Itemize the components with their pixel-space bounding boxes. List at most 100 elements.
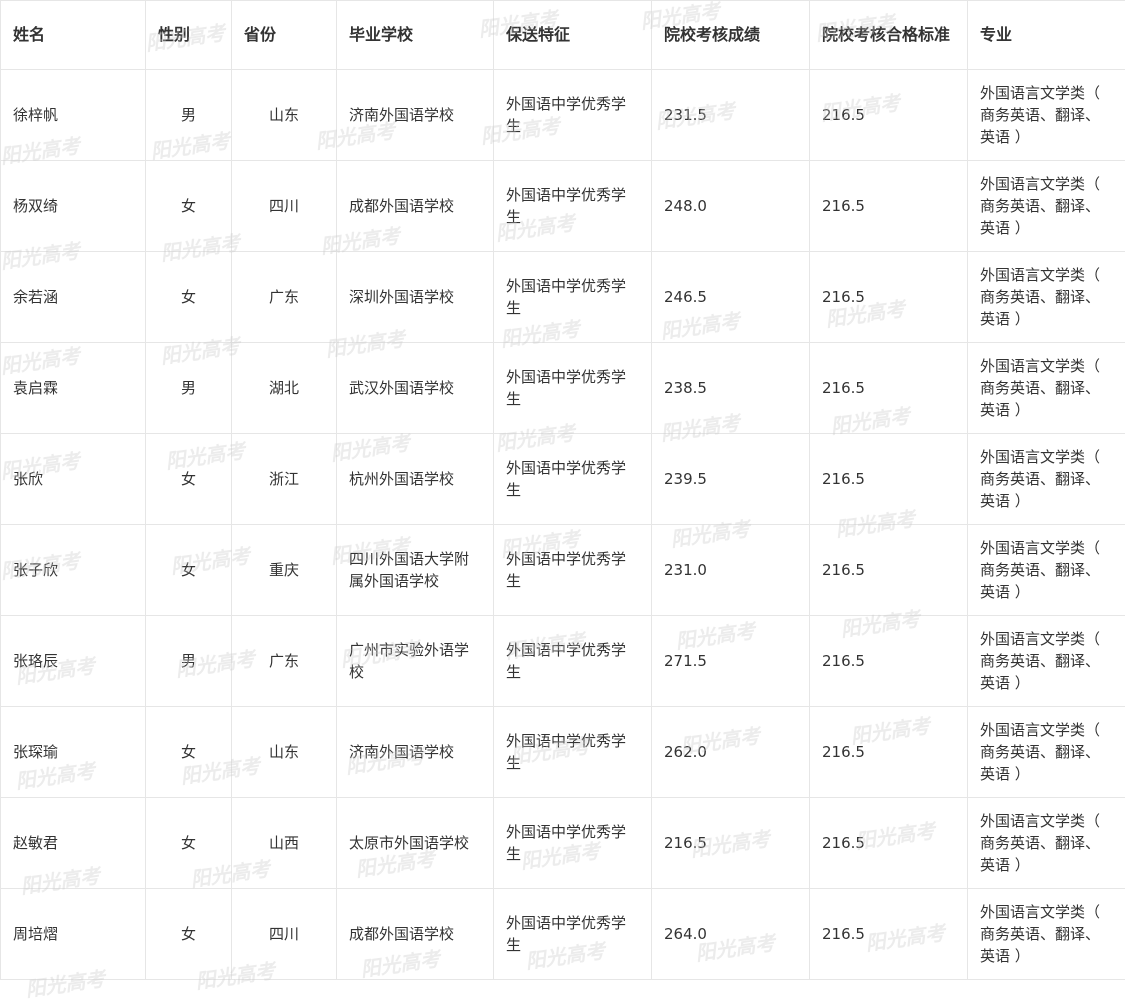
header-feature: 保送特征	[494, 1, 652, 70]
cell-major: 外国语言文学类（ 商务英语、翻译、英语 ）	[968, 70, 1125, 161]
cell-score: 231.0	[652, 525, 810, 616]
cell-school: 深圳外国语学校	[337, 252, 494, 343]
cell-name: 张子欣	[1, 525, 146, 616]
cell-score: 248.0	[652, 161, 810, 252]
cell-score: 262.0	[652, 707, 810, 798]
cell-gender: 女	[146, 252, 232, 343]
table-row: 杨双绮女四川成都外国语学校外国语中学优秀学生248.0216.5外国语言文学类（…	[1, 161, 1125, 252]
cell-name: 周培熠	[1, 889, 146, 980]
cell-school: 四川外国语大学附属外国语学校	[337, 525, 494, 616]
cell-major: 外国语言文学类（ 商务英语、翻译、英语 ）	[968, 525, 1125, 616]
cell-school: 济南外国语学校	[337, 70, 494, 161]
cell-standard: 216.5	[810, 798, 968, 889]
cell-gender: 男	[146, 70, 232, 161]
cell-major: 外国语言文学类（ 商务英语、翻译、英语 ）	[968, 798, 1125, 889]
header-major: 专业	[968, 1, 1125, 70]
cell-province: 湖北	[232, 343, 337, 434]
cell-major: 外国语言文学类（ 商务英语、翻译、英语 ）	[968, 707, 1125, 798]
cell-gender: 女	[146, 434, 232, 525]
cell-major: 外国语言文学类（ 商务英语、翻译、英语 ）	[968, 434, 1125, 525]
cell-feature: 外国语中学优秀学生	[494, 161, 652, 252]
cell-province: 广东	[232, 616, 337, 707]
cell-feature: 外国语中学优秀学生	[494, 252, 652, 343]
header-name: 姓名	[1, 1, 146, 70]
cell-province: 山东	[232, 70, 337, 161]
cell-name: 徐梓帆	[1, 70, 146, 161]
cell-gender: 男	[146, 616, 232, 707]
cell-name: 张琛瑜	[1, 707, 146, 798]
cell-major: 外国语言文学类（ 商务英语、翻译、英语 ）	[968, 161, 1125, 252]
cell-province: 四川	[232, 889, 337, 980]
cell-feature: 外国语中学优秀学生	[494, 70, 652, 161]
cell-province: 重庆	[232, 525, 337, 616]
table-row: 张欣女浙江杭州外国语学校外国语中学优秀学生239.5216.5外国语言文学类（ …	[1, 434, 1125, 525]
cell-gender: 女	[146, 161, 232, 252]
cell-major: 外国语言文学类（ 商务英语、翻译、英语 ）	[968, 252, 1125, 343]
cell-feature: 外国语中学优秀学生	[494, 525, 652, 616]
cell-score: 216.5	[652, 798, 810, 889]
cell-province: 四川	[232, 161, 337, 252]
cell-score: 264.0	[652, 889, 810, 980]
cell-province: 广东	[232, 252, 337, 343]
cell-feature: 外国语中学优秀学生	[494, 707, 652, 798]
cell-score: 239.5	[652, 434, 810, 525]
cell-score: 246.5	[652, 252, 810, 343]
cell-score: 271.5	[652, 616, 810, 707]
cell-feature: 外国语中学优秀学生	[494, 889, 652, 980]
cell-major: 外国语言文学类（ 商务英语、翻译、英语 ）	[968, 343, 1125, 434]
cell-standard: 216.5	[810, 889, 968, 980]
cell-score: 231.5	[652, 70, 810, 161]
table-row: 周培熠女四川成都外国语学校外国语中学优秀学生264.0216.5外国语言文学类（…	[1, 889, 1125, 980]
cell-standard: 216.5	[810, 525, 968, 616]
cell-gender: 女	[146, 798, 232, 889]
cell-school: 广州市实验外语学校	[337, 616, 494, 707]
cell-standard: 216.5	[810, 343, 968, 434]
cell-school: 杭州外国语学校	[337, 434, 494, 525]
cell-standard: 216.5	[810, 707, 968, 798]
header-gender: 性别	[146, 1, 232, 70]
cell-feature: 外国语中学优秀学生	[494, 434, 652, 525]
table-row: 余若涵女广东深圳外国语学校外国语中学优秀学生246.5216.5外国语言文学类（…	[1, 252, 1125, 343]
table-row: 张珞辰男广东广州市实验外语学校外国语中学优秀学生271.5216.5外国语言文学…	[1, 616, 1125, 707]
cell-score: 238.5	[652, 343, 810, 434]
header-province: 省份	[232, 1, 337, 70]
cell-major: 外国语言文学类（ 商务英语、翻译、英语 ）	[968, 616, 1125, 707]
cell-school: 成都外国语学校	[337, 161, 494, 252]
cell-province: 浙江	[232, 434, 337, 525]
cell-school: 济南外国语学校	[337, 707, 494, 798]
cell-feature: 外国语中学优秀学生	[494, 616, 652, 707]
cell-standard: 216.5	[810, 616, 968, 707]
cell-gender: 女	[146, 525, 232, 616]
cell-standard: 216.5	[810, 70, 968, 161]
cell-feature: 外国语中学优秀学生	[494, 798, 652, 889]
table-row: 袁启霖男湖北武汉外国语学校外国语中学优秀学生238.5216.5外国语言文学类（…	[1, 343, 1125, 434]
cell-standard: 216.5	[810, 161, 968, 252]
cell-standard: 216.5	[810, 252, 968, 343]
cell-school: 太原市外国语学校	[337, 798, 494, 889]
cell-name: 张珞辰	[1, 616, 146, 707]
cell-school: 成都外国语学校	[337, 889, 494, 980]
table-header-row: 姓名 性别 省份 毕业学校 保送特征 院校考核成绩 院校考核合格标准 专业	[1, 1, 1125, 70]
table-row: 徐梓帆男山东济南外国语学校外国语中学优秀学生231.5216.5外国语言文学类（…	[1, 70, 1125, 161]
cell-province: 山东	[232, 707, 337, 798]
cell-name: 余若涵	[1, 252, 146, 343]
cell-name: 杨双绮	[1, 161, 146, 252]
cell-school: 武汉外国语学校	[337, 343, 494, 434]
cell-major: 外国语言文学类（ 商务英语、翻译、英语 ）	[968, 889, 1125, 980]
cell-standard: 216.5	[810, 434, 968, 525]
cell-gender: 女	[146, 707, 232, 798]
cell-name: 赵敏君	[1, 798, 146, 889]
cell-feature: 外国语中学优秀学生	[494, 343, 652, 434]
header-standard: 院校考核合格标准	[810, 1, 968, 70]
cell-gender: 女	[146, 889, 232, 980]
header-score: 院校考核成绩	[652, 1, 810, 70]
cell-name: 张欣	[1, 434, 146, 525]
cell-gender: 男	[146, 343, 232, 434]
header-school: 毕业学校	[337, 1, 494, 70]
cell-province: 山西	[232, 798, 337, 889]
table-row: 赵敏君女山西太原市外国语学校外国语中学优秀学生216.5216.5外国语言文学类…	[1, 798, 1125, 889]
cell-name: 袁启霖	[1, 343, 146, 434]
table-row: 张子欣女重庆四川外国语大学附属外国语学校外国语中学优秀学生231.0216.5外…	[1, 525, 1125, 616]
table-row: 张琛瑜女山东济南外国语学校外国语中学优秀学生262.0216.5外国语言文学类（…	[1, 707, 1125, 798]
admission-table: 姓名 性别 省份 毕业学校 保送特征 院校考核成绩 院校考核合格标准 专业 徐梓…	[0, 0, 1125, 980]
